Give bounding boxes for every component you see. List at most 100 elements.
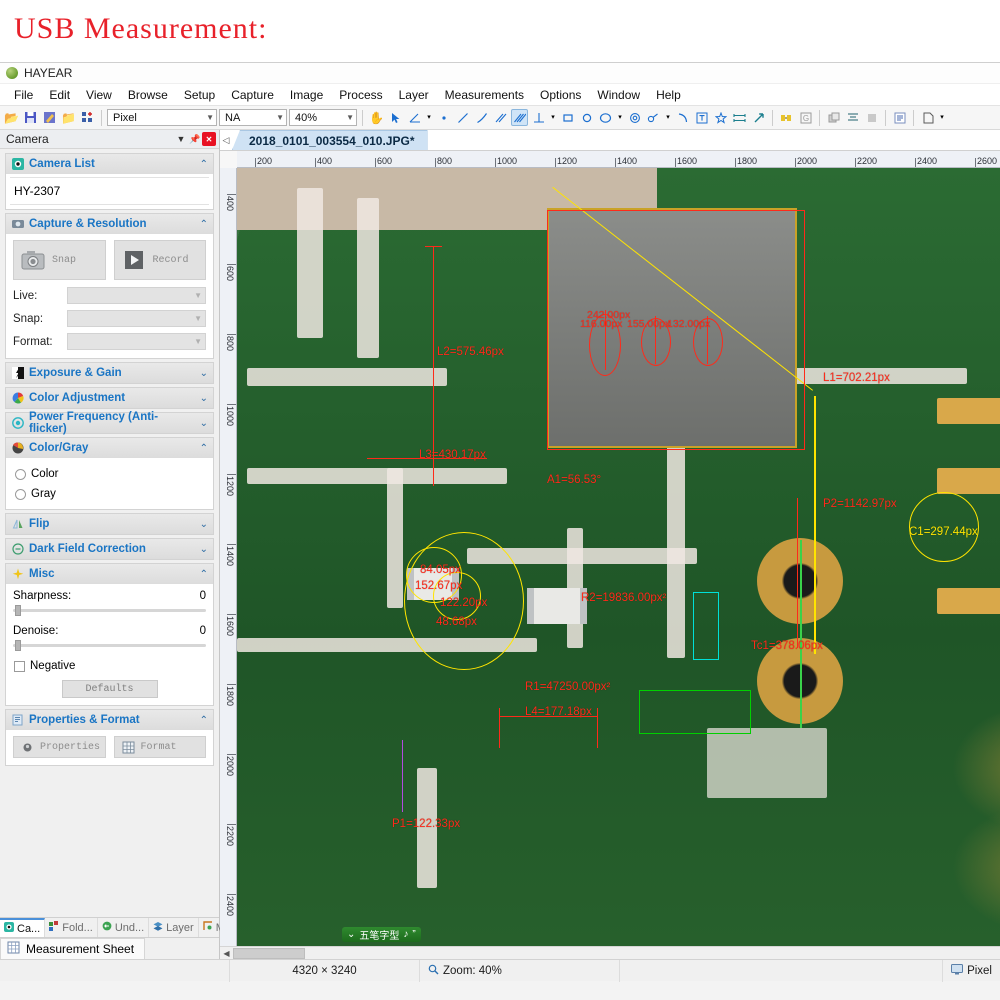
rectangle-icon[interactable] bbox=[559, 109, 576, 126]
overflow-dropdown-icon[interactable]: ▾ bbox=[938, 109, 946, 126]
open-folder-icon[interactable]: 📂 bbox=[3, 109, 20, 126]
layer-copy-icon[interactable] bbox=[825, 109, 842, 126]
dropdown-icon[interactable]: ▼ bbox=[174, 132, 188, 146]
calibration-combo[interactable]: NA ▼ bbox=[219, 109, 287, 126]
arrow-icon[interactable] bbox=[750, 109, 767, 126]
record-button[interactable]: Record bbox=[114, 240, 207, 280]
chevron-up-icon[interactable]: ⌃ bbox=[200, 443, 208, 454]
negative-checkbox[interactable] bbox=[14, 661, 25, 672]
measure-line-vertical-chip[interactable] bbox=[814, 396, 816, 654]
measure-rect-chip[interactable] bbox=[547, 210, 805, 450]
measure-label-R1[interactable]: R1=47250.00px² bbox=[525, 681, 610, 693]
save-as-icon[interactable] bbox=[41, 109, 58, 126]
line-icon[interactable] bbox=[454, 109, 471, 126]
measure-rect-green[interactable] bbox=[639, 690, 751, 734]
menu-window[interactable]: Window bbox=[589, 86, 648, 104]
measurement-sheet-tab[interactable]: Measurement Sheet bbox=[0, 938, 145, 959]
measure-line-Tc1[interactable] bbox=[800, 540, 802, 728]
snap-resolution-select[interactable]: ▼ bbox=[67, 310, 206, 327]
perpendicular-icon[interactable] bbox=[530, 109, 547, 126]
scroll-left-icon[interactable]: ◀ bbox=[220, 949, 233, 958]
tab-scroll-left-icon[interactable]: ◁ bbox=[220, 130, 232, 150]
close-icon[interactable]: ✕ bbox=[202, 132, 216, 146]
arc-icon[interactable] bbox=[674, 109, 691, 126]
angle-dropdown-icon[interactable]: ▾ bbox=[425, 109, 433, 126]
chevron-down-icon[interactable]: ⌄ bbox=[200, 519, 208, 530]
export-icon[interactable] bbox=[919, 109, 936, 126]
group-misc-header[interactable]: Misc ⌃ bbox=[6, 564, 213, 584]
angle-icon[interactable] bbox=[406, 109, 423, 126]
measure-label-C1[interactable]: C1=297.44px bbox=[909, 526, 978, 538]
dock-tab-camera[interactable]: Ca... bbox=[0, 918, 45, 937]
measure-label-L4[interactable]: L4=177.18px bbox=[525, 706, 592, 718]
menu-measurements[interactable]: Measurements bbox=[437, 86, 532, 104]
menu-browse[interactable]: Browse bbox=[120, 86, 176, 104]
chevron-up-icon[interactable]: ⌃ bbox=[200, 159, 208, 170]
multi-parallel-icon[interactable] bbox=[511, 109, 528, 126]
group-power-frequency-header[interactable]: Power Frequency (Anti-flicker) ⌄ bbox=[6, 413, 213, 433]
dock-tab-undo[interactable]: Und... bbox=[98, 918, 149, 937]
measure-label-m2[interactable]: 152.67px bbox=[415, 580, 462, 592]
measure-label-R2[interactable]: R2=19836.00px² bbox=[581, 592, 666, 604]
radio-gray[interactable]: Gray bbox=[15, 488, 206, 500]
star-icon[interactable] bbox=[712, 109, 729, 126]
camera-device-item[interactable]: HY-2307 bbox=[10, 177, 209, 205]
menu-view[interactable]: View bbox=[78, 86, 120, 104]
chevron-up-icon[interactable]: ⌃ bbox=[200, 219, 208, 230]
negative-checkbox-row[interactable]: Negative bbox=[14, 660, 206, 672]
distance-icon[interactable] bbox=[731, 109, 748, 126]
save-icon[interactable] bbox=[22, 109, 39, 126]
menu-setup[interactable]: Setup bbox=[176, 86, 223, 104]
perpendicular-dropdown-icon[interactable]: ▾ bbox=[549, 109, 557, 126]
dock-tab-layer[interactable]: Layer bbox=[149, 918, 199, 937]
grid-add-icon[interactable] bbox=[79, 109, 96, 126]
snap-button[interactable]: Snap bbox=[13, 240, 106, 280]
group-flip-header[interactable]: Flip ⌄ bbox=[6, 514, 213, 534]
menu-process[interactable]: Process bbox=[331, 86, 390, 104]
radio-color[interactable]: Color bbox=[15, 468, 206, 480]
menu-edit[interactable]: Edit bbox=[41, 86, 78, 104]
group-exposure-gain-header[interactable]: Exposure & Gain ⌄ bbox=[6, 363, 213, 383]
horizontal-scrollbar[interactable]: ◀ bbox=[220, 946, 1000, 959]
group-color-adjustment-header[interactable]: Color Adjustment ⌄ bbox=[6, 388, 213, 408]
format-button[interactable]: Format bbox=[114, 736, 207, 758]
calibration-icon[interactable] bbox=[778, 109, 795, 126]
defaults-button[interactable]: Defaults bbox=[62, 680, 158, 698]
chevron-down-icon[interactable]: ⌄ bbox=[200, 544, 208, 555]
menu-file[interactable]: File bbox=[6, 86, 41, 104]
point-icon[interactable] bbox=[435, 109, 452, 126]
measure-label-m1[interactable]: 84.05px bbox=[420, 564, 461, 576]
dock-tab-folder[interactable]: Fold... bbox=[45, 918, 98, 937]
sharpness-slider[interactable] bbox=[13, 604, 206, 616]
group-capture-resolution-header[interactable]: Capture & Resolution ⌃ bbox=[6, 214, 213, 234]
menu-capture[interactable]: Capture bbox=[223, 86, 282, 104]
pin-icon[interactable]: 📌 bbox=[188, 132, 202, 146]
chevron-up-icon[interactable]: ⌃ bbox=[200, 715, 208, 726]
measure-label-P2[interactable]: P2=1142.97px bbox=[823, 498, 897, 510]
group-dark-field-header[interactable]: Dark Field Correction ⌄ bbox=[6, 539, 213, 559]
measure-label-P1[interactable]: P1=122.33px bbox=[392, 818, 460, 830]
report-icon[interactable] bbox=[891, 109, 908, 126]
unit-combo[interactable]: Pixel ▼ bbox=[107, 109, 217, 126]
menu-options[interactable]: Options bbox=[532, 86, 589, 104]
polyline-icon[interactable] bbox=[473, 109, 490, 126]
measure-label-L3[interactable]: L3=430.17px bbox=[419, 449, 486, 461]
pan-hand-icon[interactable]: ✋ bbox=[368, 109, 385, 126]
status-zoom[interactable]: Zoom: 40% bbox=[420, 960, 620, 982]
chevron-down-icon[interactable]: ⌄ bbox=[200, 368, 208, 379]
ellipse-icon[interactable] bbox=[597, 109, 614, 126]
denoise-slider-knob[interactable] bbox=[15, 640, 21, 651]
select-arrow-icon[interactable] bbox=[387, 109, 404, 126]
delete-icon[interactable] bbox=[863, 109, 880, 126]
live-resolution-select[interactable]: ▼ bbox=[67, 287, 206, 304]
image-canvas[interactable]: L2=575.46px L3=430.17px 242.00px 116.00p… bbox=[237, 168, 1000, 946]
group-color-gray-header[interactable]: Color/Gray ⌃ bbox=[6, 438, 213, 458]
group-camera-list-header[interactable]: Camera List ⌃ bbox=[6, 154, 213, 174]
chain-link-icon[interactable] bbox=[645, 109, 662, 126]
open-image-icon[interactable]: 📁 bbox=[60, 109, 77, 126]
concentric-circle-icon[interactable] bbox=[626, 109, 643, 126]
scrollbar-thumb[interactable] bbox=[233, 948, 305, 959]
document-tab[interactable]: 2018_0101_003554_010.JPG* bbox=[232, 130, 428, 150]
align-icon[interactable] bbox=[844, 109, 861, 126]
circle-icon[interactable] bbox=[578, 109, 595, 126]
